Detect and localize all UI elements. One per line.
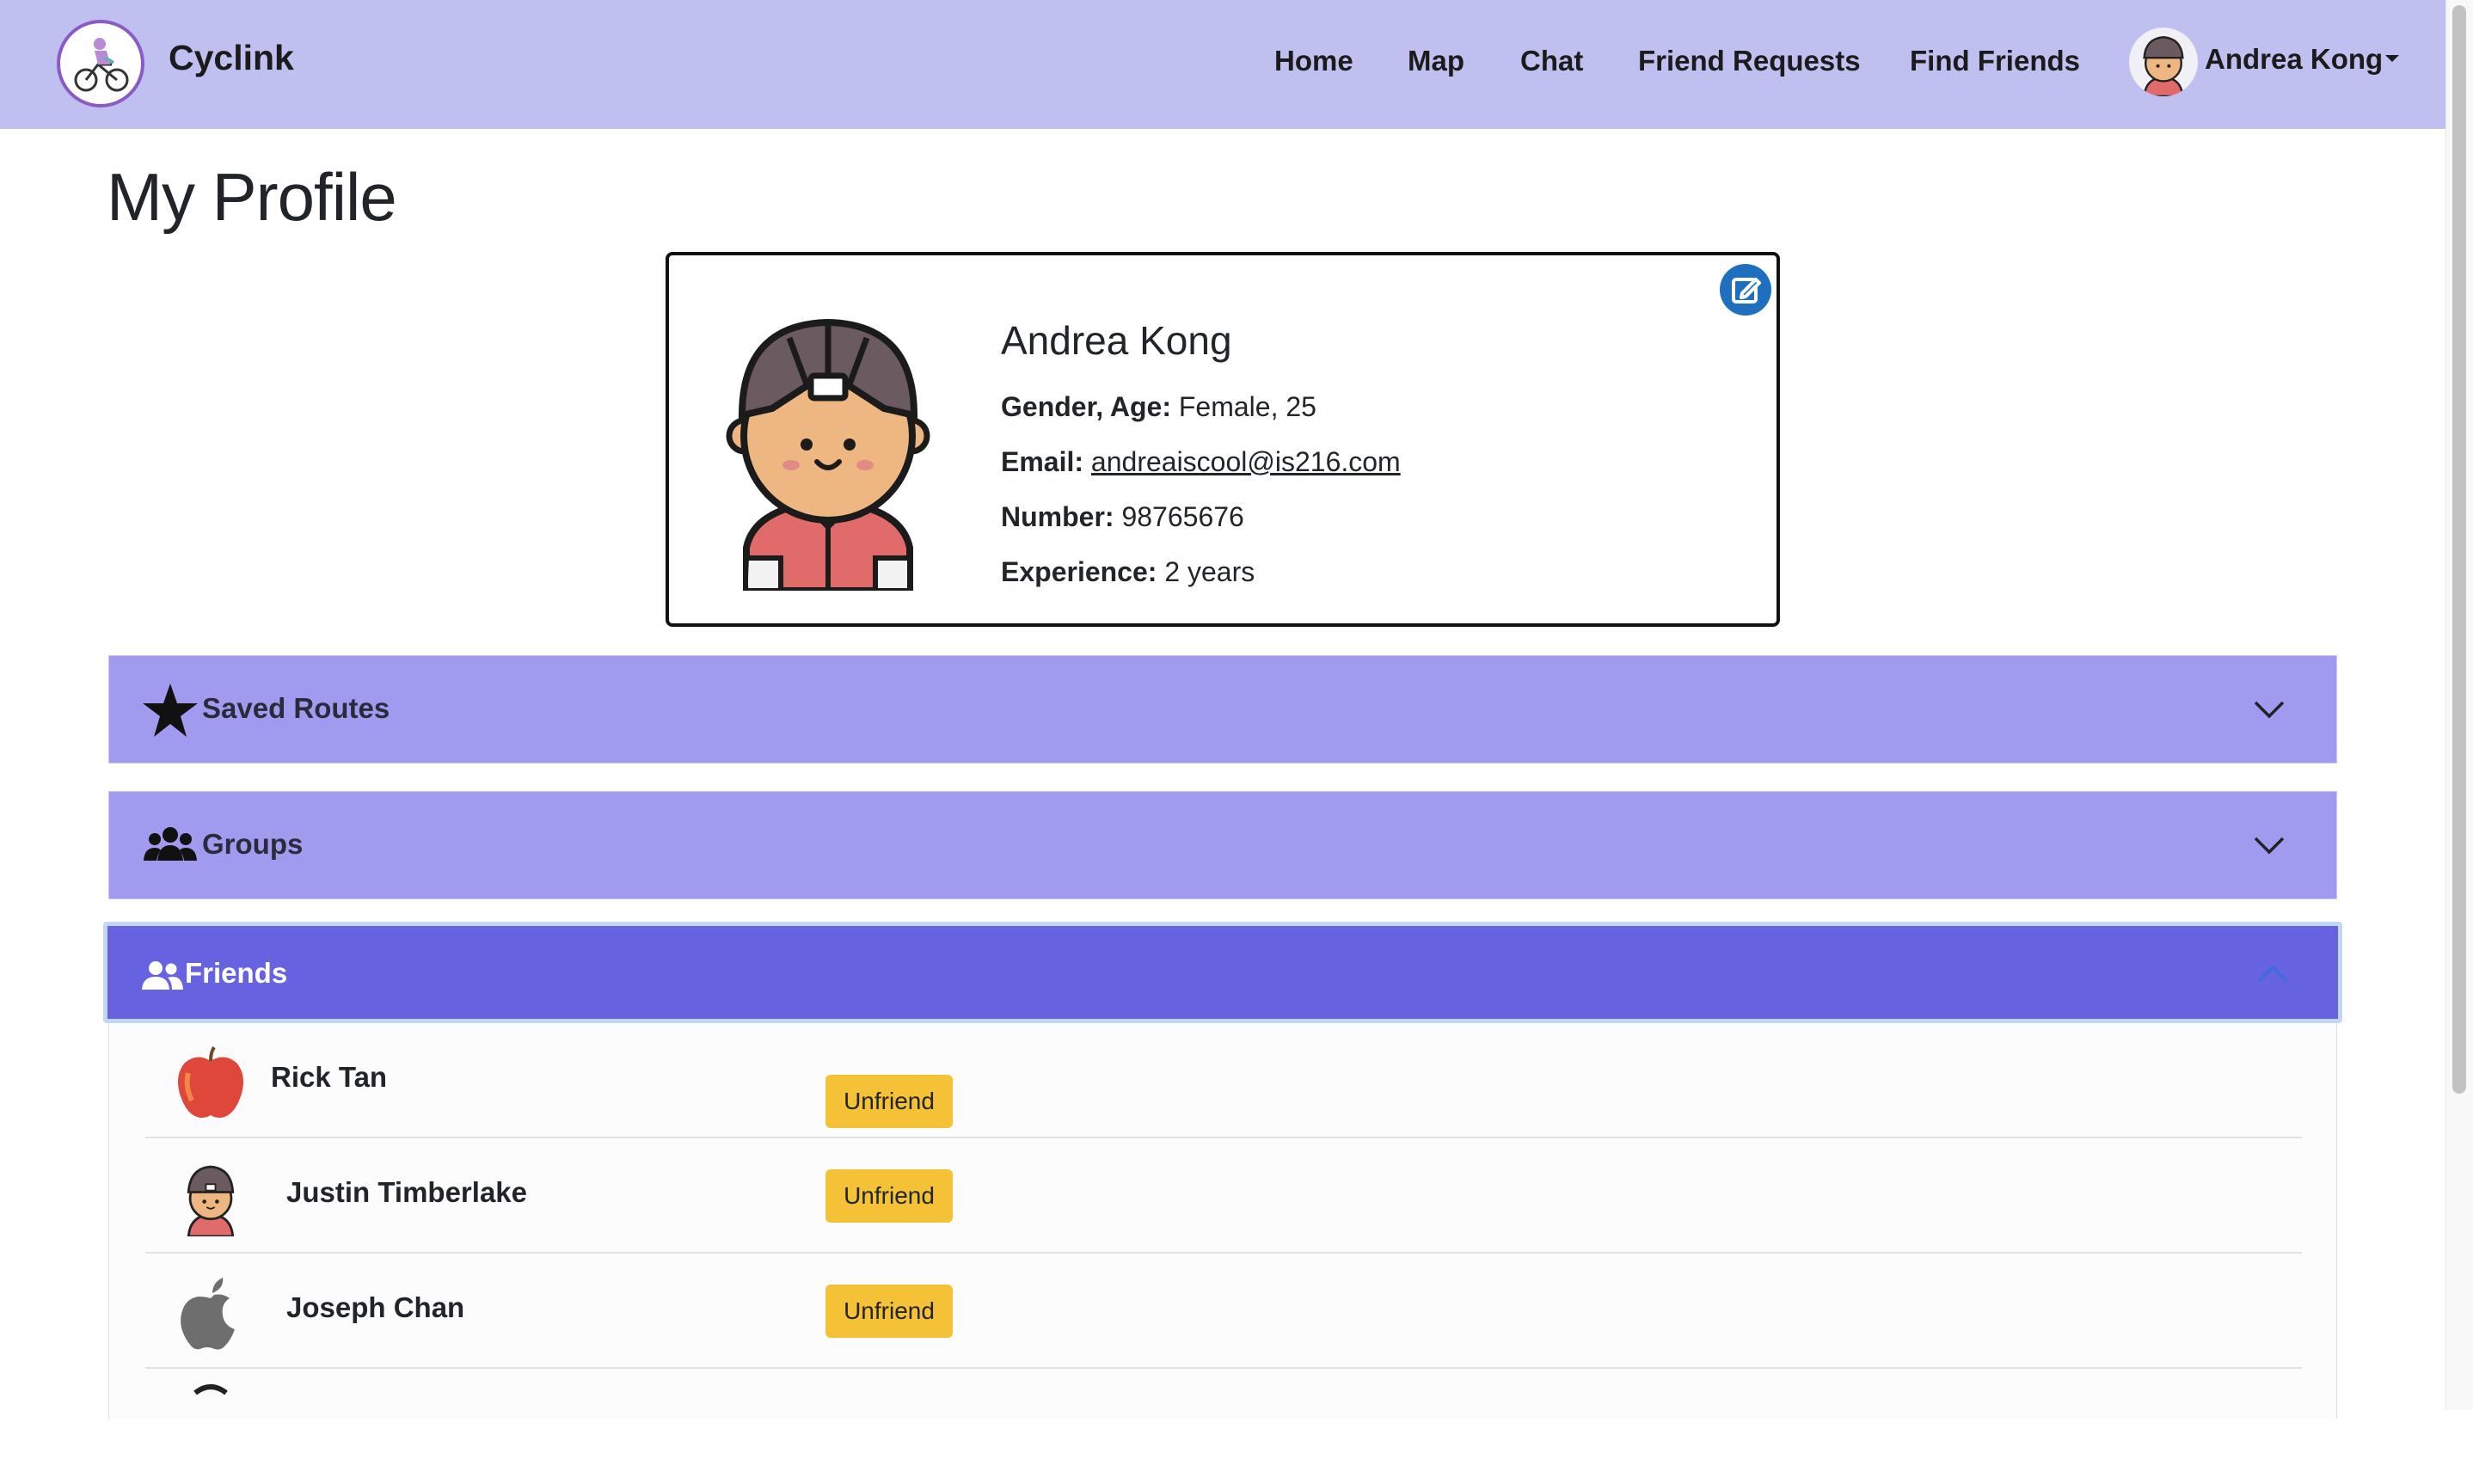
- gender-age-value: Female, 25: [1178, 391, 1316, 422]
- profile-avatar: [721, 307, 936, 594]
- apple-logo-icon: [171, 1272, 250, 1352]
- nav-find-friends[interactable]: Find Friends: [1910, 45, 2080, 77]
- friends-list: Rick Tan Unfriend Justin Timberlake Unfr…: [108, 1023, 2337, 1419]
- page-title: My Profile: [107, 159, 397, 235]
- list-item: Justin Timberlake Unfriend: [145, 1138, 2302, 1254]
- edit-profile-button[interactable]: [1720, 264, 1771, 316]
- scrollbar-thumb[interactable]: [2452, 5, 2466, 1094]
- star-icon: [142, 682, 199, 739]
- list-item: Joseph Chan Unfriend: [145, 1254, 2302, 1369]
- unfriend-button[interactable]: Unfriend: [825, 1285, 953, 1338]
- brand-name[interactable]: Cyclink: [169, 38, 294, 78]
- apple-fruit-icon: [171, 1042, 250, 1121]
- saved-routes-label: Saved Routes: [202, 692, 390, 724]
- unfriend-button[interactable]: Unfriend: [825, 1075, 953, 1128]
- brand-logo-icon[interactable]: [57, 20, 144, 107]
- profile-email: Email: andreaiscool@is216.com: [1001, 446, 1401, 478]
- email-label: Email:: [1001, 446, 1084, 477]
- profile-gender-age: Gender, Age: Female, 25: [1001, 391, 1316, 423]
- email-link[interactable]: andreaiscool@is216.com: [1091, 446, 1401, 477]
- friends-label: Friends: [185, 957, 288, 989]
- profile-number: Number: 98765676: [1001, 501, 1244, 533]
- profile-card: Andrea Kong Gender, Age: Female, 25 Emai…: [666, 252, 1780, 627]
- chevron-down-icon[interactable]: [2385, 55, 2399, 62]
- user-menu-toggle[interactable]: Andrea Kong: [2205, 43, 2383, 76]
- list-item: [145, 1369, 2302, 1484]
- accordion-friends[interactable]: Friends: [103, 922, 2342, 1023]
- chevron-down-icon: [2252, 692, 2286, 727]
- experience-value: 2 years: [1164, 556, 1255, 587]
- user-avatar[interactable]: [2129, 28, 2198, 96]
- edit-icon: [1732, 278, 1761, 304]
- nav-friend-requests[interactable]: Friend Requests: [1638, 45, 1861, 77]
- number-value: 98765676: [1121, 501, 1244, 532]
- accordion-saved-routes[interactable]: Saved Routes: [108, 655, 2337, 763]
- cyclist-avatar-icon: [171, 1157, 250, 1238]
- nav-chat[interactable]: Chat: [1520, 45, 1583, 77]
- nav-map[interactable]: Map: [1408, 45, 1464, 77]
- number-label: Number:: [1001, 501, 1114, 532]
- friend-name[interactable]: Rick Tan: [271, 1061, 387, 1094]
- accordion-groups[interactable]: Groups: [108, 791, 2337, 899]
- profile-name: Andrea Kong: [1001, 318, 1232, 363]
- friends-icon: [142, 960, 183, 991]
- groups-label: Groups: [202, 828, 304, 860]
- profile-experience: Experience: 2 years: [1001, 556, 1255, 588]
- chevron-up-icon: [2255, 957, 2290, 991]
- gender-age-label: Gender, Age:: [1001, 391, 1171, 422]
- avatar: [171, 1381, 250, 1460]
- navbar: Cyclink Home Map Chat Friend Requests Fi…: [0, 0, 2445, 129]
- list-item: Rick Tan Unfriend: [145, 1023, 2302, 1138]
- unfriend-button[interactable]: Unfriend: [825, 1169, 953, 1223]
- friend-name[interactable]: Justin Timberlake: [286, 1176, 527, 1209]
- friend-name[interactable]: Joseph Chan: [286, 1291, 464, 1324]
- group-icon: [142, 818, 199, 874]
- experience-label: Experience:: [1001, 556, 1157, 587]
- chevron-down-icon: [2252, 828, 2286, 862]
- nav-home[interactable]: Home: [1274, 45, 1353, 77]
